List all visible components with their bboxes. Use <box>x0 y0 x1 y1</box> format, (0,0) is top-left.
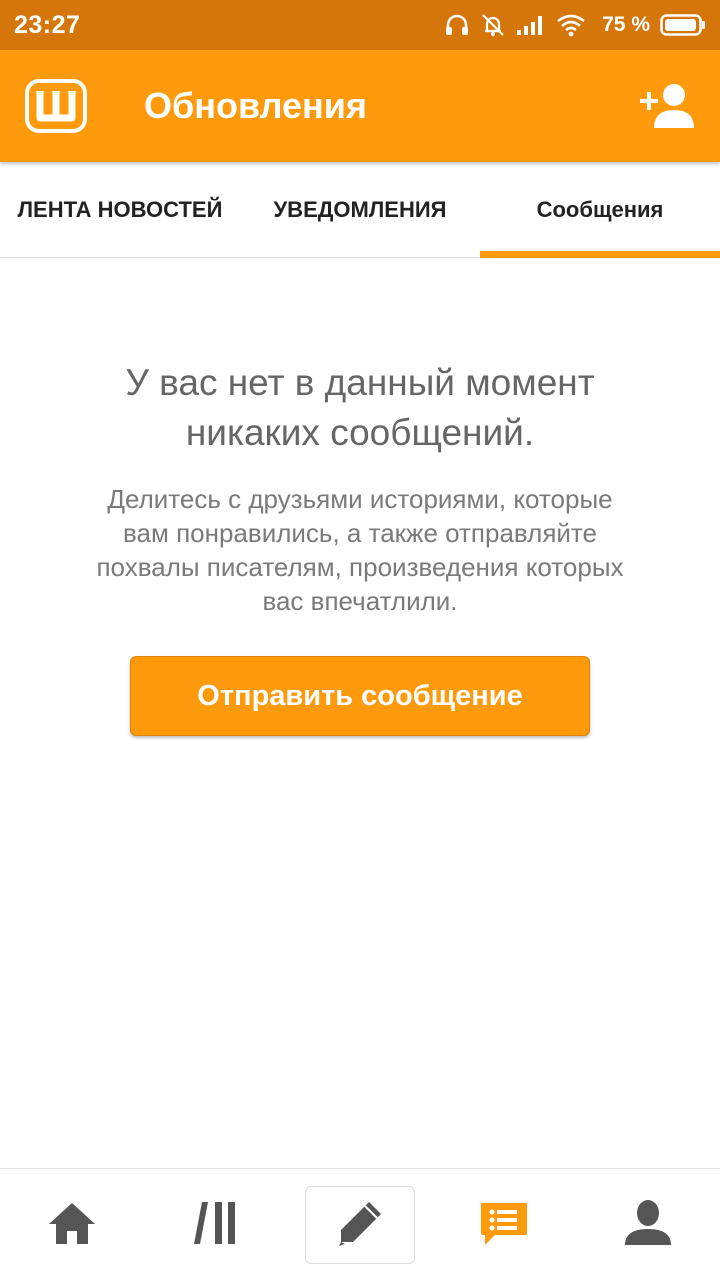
empty-body-line: вас впечатлили. <box>262 586 458 616</box>
alarm-off-icon <box>480 12 506 38</box>
empty-title-line: никаких сообщений. <box>185 412 535 453</box>
nav-home[interactable] <box>0 1169 144 1281</box>
bottom-nav <box>0 1168 720 1280</box>
nav-profile[interactable] <box>576 1169 720 1281</box>
library-icon <box>192 1200 240 1251</box>
nav-write[interactable] <box>288 1169 432 1281</box>
tab-notifications[interactable]: УВЕДОМЛЕНИЯ <box>240 162 480 258</box>
status-bar: 23:27 75 % <box>0 0 720 50</box>
add-friend-icon[interactable] <box>640 82 696 130</box>
messages-icon <box>479 1199 529 1252</box>
app-bar: Обновления <box>0 50 720 162</box>
signal-icon <box>516 14 546 36</box>
nav-library[interactable] <box>144 1169 288 1281</box>
tab-news-feed[interactable]: ЛЕНТА НОВОСТЕЙ <box>0 162 240 258</box>
write-icon <box>335 1198 385 1253</box>
write-button[interactable] <box>305 1186 415 1264</box>
tab-bar: ЛЕНТА НОВОСТЕЙ УВЕДОМЛЕНИЯ Сообщения <box>0 162 720 258</box>
send-message-button[interactable]: Отправить сообщение <box>130 656 590 736</box>
empty-title-line: У вас нет в данный момент <box>125 362 595 403</box>
status-time: 23:27 <box>14 10 81 39</box>
empty-body-line: вам понравились, а также отправляйте <box>123 518 597 548</box>
battery-icon <box>660 13 706 37</box>
page-title: Обновления <box>144 85 367 126</box>
home-icon <box>47 1200 97 1251</box>
nav-messages[interactable] <box>432 1169 576 1281</box>
empty-body-line: похвалы писателям, произведения которых <box>96 552 624 582</box>
battery-percent: 75 % <box>602 13 650 36</box>
tab-messages[interactable]: Сообщения <box>480 162 720 258</box>
empty-state-title: У вас нет в данный момент никаких сообще… <box>60 358 660 458</box>
empty-state-description: Делитесь с друзьями историями, которые в… <box>60 482 660 618</box>
empty-body-line: Делитесь с друзьями историями, которые <box>107 484 613 514</box>
headphones-icon <box>444 12 470 38</box>
wifi-icon <box>556 13 586 37</box>
wattpad-logo-icon[interactable] <box>24 78 88 134</box>
profile-icon <box>623 1199 673 1252</box>
status-icons: 75 % <box>444 12 706 38</box>
